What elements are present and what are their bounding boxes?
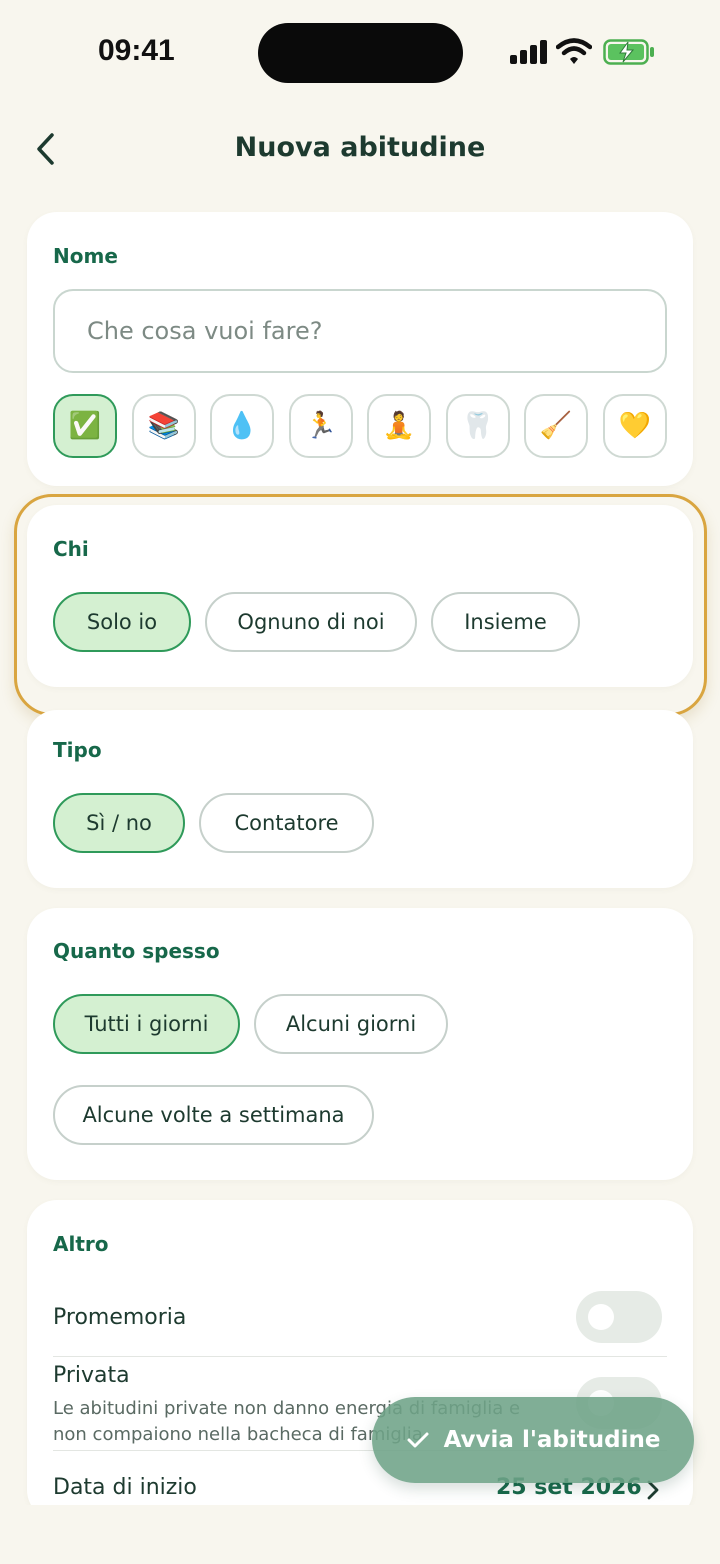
type-option-yes-no[interactable]: Sì / no — [53, 793, 185, 853]
frequency-option-every-day[interactable]: Tutti i giorni — [53, 994, 240, 1054]
dynamic-island — [258, 23, 463, 83]
frequency-label: Quanto spesso — [53, 939, 220, 963]
other-label: Altro — [53, 1232, 109, 1256]
name-label: Nome — [53, 244, 118, 268]
header: Nuova abitudine — [0, 118, 720, 182]
frequency-option-times-per-week[interactable]: Alcune volte a settimana — [53, 1085, 374, 1145]
frequency-option-some-days[interactable]: Alcuni giorni — [254, 994, 448, 1054]
type-option-counter[interactable]: Contatore — [199, 793, 374, 853]
emoji-option-meditation[interactable]: 🧘 — [367, 394, 431, 458]
emoji-option-check[interactable]: ✅ — [53, 394, 117, 458]
wifi-icon — [556, 38, 592, 64]
bottom-safe-area — [0, 1505, 720, 1564]
emoji-option-books[interactable]: 📚 — [132, 394, 196, 458]
private-label: Privata — [53, 1363, 130, 1388]
emoji-option-tooth[interactable]: 🦷 — [446, 394, 510, 458]
who-label: Chi — [53, 537, 89, 561]
type-label: Tipo — [53, 738, 102, 762]
start-habit-label: Avvia l'abitudine — [443, 1427, 661, 1453]
emoji-picker: ✅ 📚 💧 🏃 🧘 🦷 🧹 💛 — [53, 394, 673, 460]
battery-charging-icon — [603, 39, 654, 65]
status-time: 09:41 — [98, 34, 175, 67]
page-title: Nuova abitudine — [234, 132, 486, 163]
start-habit-button[interactable]: Avvia l'abitudine — [372, 1397, 694, 1483]
reminder-toggle[interactable] — [576, 1291, 662, 1343]
who-option-solo-io[interactable]: Solo io — [53, 592, 191, 652]
status-bar: 09:41 — [0, 0, 720, 110]
emoji-option-heart[interactable]: 💛 — [603, 394, 667, 458]
who-option-ognuno-di-noi[interactable]: Ognuno di noi — [205, 592, 417, 652]
habit-name-input[interactable] — [53, 289, 667, 373]
emoji-option-runner[interactable]: 🏃 — [289, 394, 353, 458]
emoji-option-broom[interactable]: 🧹 — [524, 394, 588, 458]
divider — [53, 1356, 667, 1357]
who-card: Chi Solo io Ognuno di noi Insieme — [27, 505, 693, 687]
name-card: Nome ✅ 📚 💧 🏃 🧘 🦷 🧹 💛 — [27, 212, 693, 486]
frequency-card: Quanto spesso Tutti i giorni Alcuni gior… — [27, 908, 693, 1180]
start-date-label: Data di inizio — [53, 1475, 197, 1500]
emoji-option-droplet[interactable]: 💧 — [210, 394, 274, 458]
reminder-label: Promemoria — [53, 1305, 187, 1330]
who-option-insieme[interactable]: Insieme — [431, 592, 580, 652]
type-card: Tipo Sì / no Contatore — [27, 710, 693, 888]
cellular-signal-icon — [510, 40, 547, 64]
checkmark-icon — [407, 1432, 429, 1448]
